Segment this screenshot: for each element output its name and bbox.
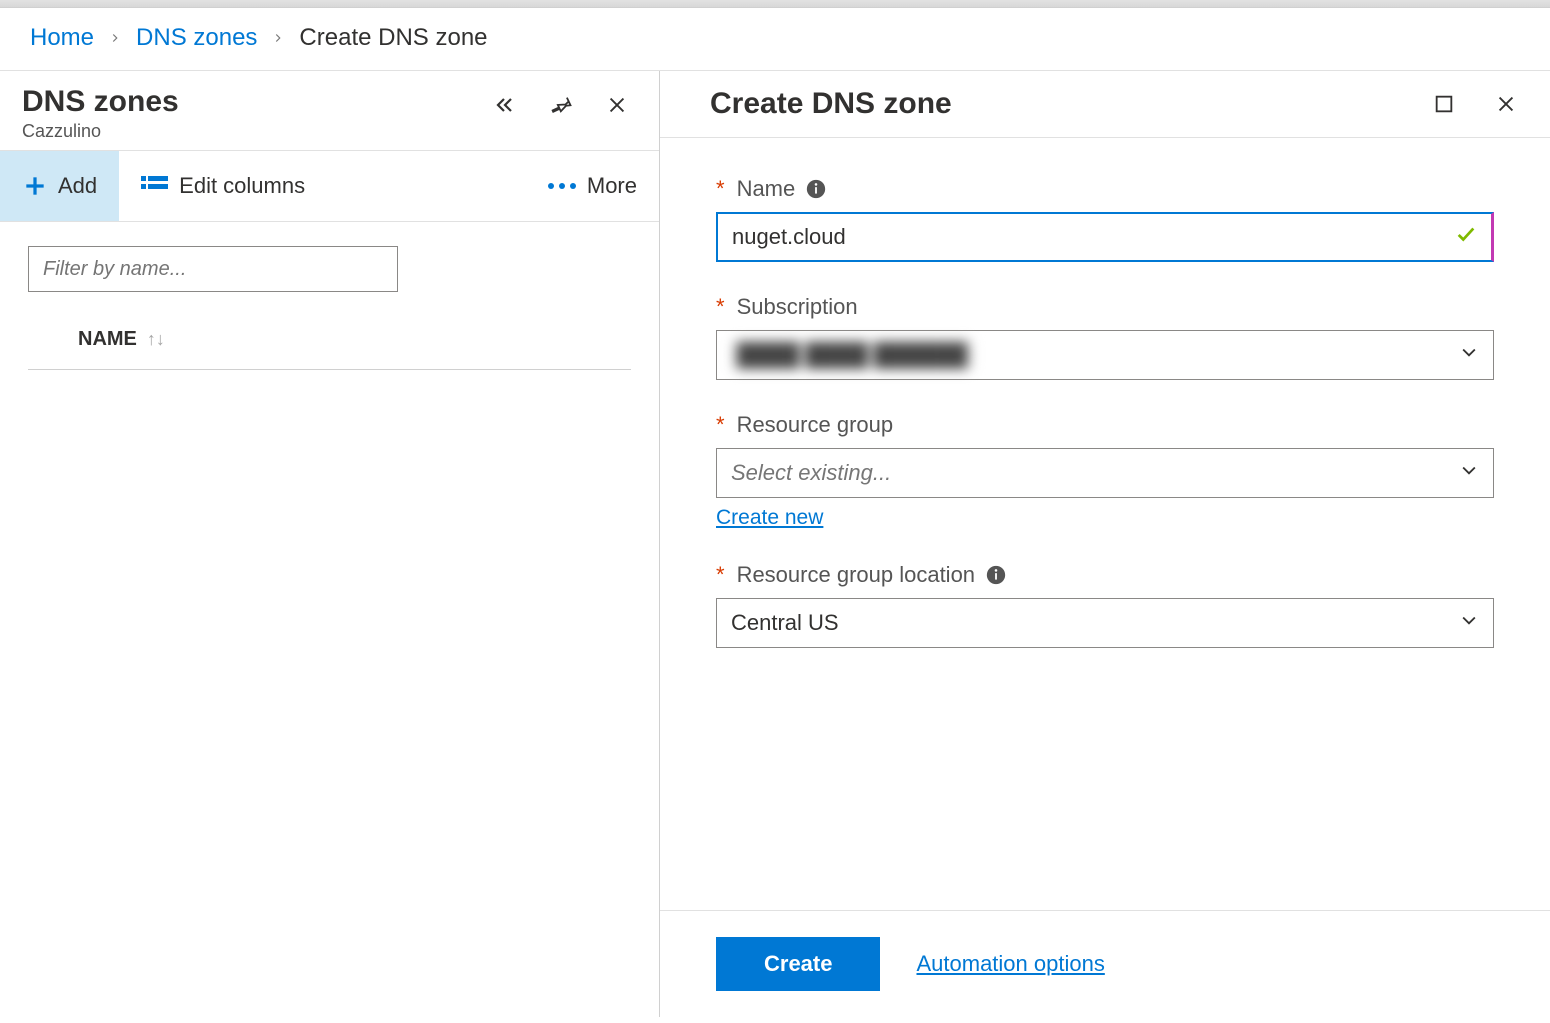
create-footer: Create Automation options bbox=[660, 910, 1550, 1017]
maximize-icon[interactable] bbox=[1430, 90, 1458, 118]
automation-options-link[interactable]: Automation options bbox=[916, 951, 1104, 977]
location-label: Resource group location bbox=[737, 562, 975, 588]
chevron-right-icon bbox=[271, 24, 285, 52]
breadcrumb-current: Create DNS zone bbox=[299, 24, 487, 52]
subscription-select[interactable]: ████ ████ ██████ bbox=[716, 330, 1494, 380]
chevron-down-icon bbox=[1459, 610, 1479, 636]
close-icon[interactable] bbox=[1492, 90, 1520, 118]
filter-input[interactable] bbox=[28, 246, 398, 292]
sort-icon: ↑↓ bbox=[147, 329, 165, 350]
name-label: Name bbox=[737, 176, 796, 202]
resource-group-placeholder: Select existing... bbox=[731, 460, 891, 486]
pin-icon[interactable] bbox=[547, 91, 575, 119]
create-dns-zone-panel: Create DNS zone * Name bbox=[660, 71, 1550, 1017]
field-subscription: * Subscription ████ ████ ██████ bbox=[716, 294, 1494, 380]
create-button[interactable]: Create bbox=[716, 937, 880, 991]
name-input[interactable]: nuget.cloud bbox=[716, 212, 1494, 262]
chevron-down-icon bbox=[1459, 342, 1479, 368]
panel-subtitle: Cazzulino bbox=[22, 121, 491, 142]
panel-title: Create DNS zone bbox=[710, 87, 1430, 121]
close-icon[interactable] bbox=[603, 91, 631, 119]
collapse-icon[interactable] bbox=[491, 91, 519, 119]
edit-columns-label: Edit columns bbox=[179, 173, 305, 199]
chevron-down-icon bbox=[1459, 460, 1479, 486]
add-label: Add bbox=[58, 173, 97, 199]
field-name: * Name nuget.cloud bbox=[716, 176, 1494, 262]
more-icon bbox=[547, 181, 577, 191]
breadcrumb-dns-zones[interactable]: DNS zones bbox=[136, 24, 257, 52]
create-new-link[interactable]: Create new bbox=[716, 506, 823, 530]
subscription-value: ████ ████ ██████ bbox=[731, 340, 973, 370]
required-icon: * bbox=[716, 176, 725, 202]
info-icon[interactable] bbox=[985, 564, 1007, 586]
list-header-name[interactable]: NAME ↑↓ bbox=[28, 302, 631, 370]
breadcrumb-home[interactable]: Home bbox=[30, 24, 94, 52]
chevron-right-icon bbox=[108, 24, 122, 52]
edit-columns-button[interactable]: Edit columns bbox=[119, 151, 327, 221]
more-label: More bbox=[587, 173, 637, 199]
more-button[interactable]: More bbox=[525, 151, 659, 221]
required-icon: * bbox=[716, 294, 725, 320]
field-resource-group: * Resource group Select existing... Crea… bbox=[716, 412, 1494, 530]
plus-icon bbox=[22, 173, 48, 199]
field-location: * Resource group location Central US bbox=[716, 562, 1494, 648]
resource-group-label: Resource group bbox=[737, 412, 894, 438]
breadcrumb: Home DNS zones Create DNS zone bbox=[0, 8, 1550, 70]
add-button[interactable]: Add bbox=[0, 151, 119, 221]
dns-zones-header: DNS zones Cazzulino bbox=[0, 71, 659, 150]
dns-zones-toolbar: Add Edit columns More bbox=[0, 150, 659, 222]
name-value: nuget.cloud bbox=[732, 224, 1455, 250]
subscription-label: Subscription bbox=[737, 294, 858, 320]
panel-title: DNS zones bbox=[22, 85, 491, 119]
location-value: Central US bbox=[731, 610, 839, 636]
required-icon: * bbox=[716, 412, 725, 438]
info-icon[interactable] bbox=[805, 178, 827, 200]
column-name: NAME bbox=[78, 328, 137, 351]
required-icon: * bbox=[716, 562, 725, 588]
columns-icon bbox=[141, 174, 169, 198]
location-select[interactable]: Central US bbox=[716, 598, 1494, 648]
resource-group-select[interactable]: Select existing... bbox=[716, 448, 1494, 498]
dns-zones-panel: DNS zones Cazzulino Add bbox=[0, 71, 660, 1017]
window-topbar bbox=[0, 0, 1550, 8]
checkmark-icon bbox=[1455, 223, 1477, 251]
